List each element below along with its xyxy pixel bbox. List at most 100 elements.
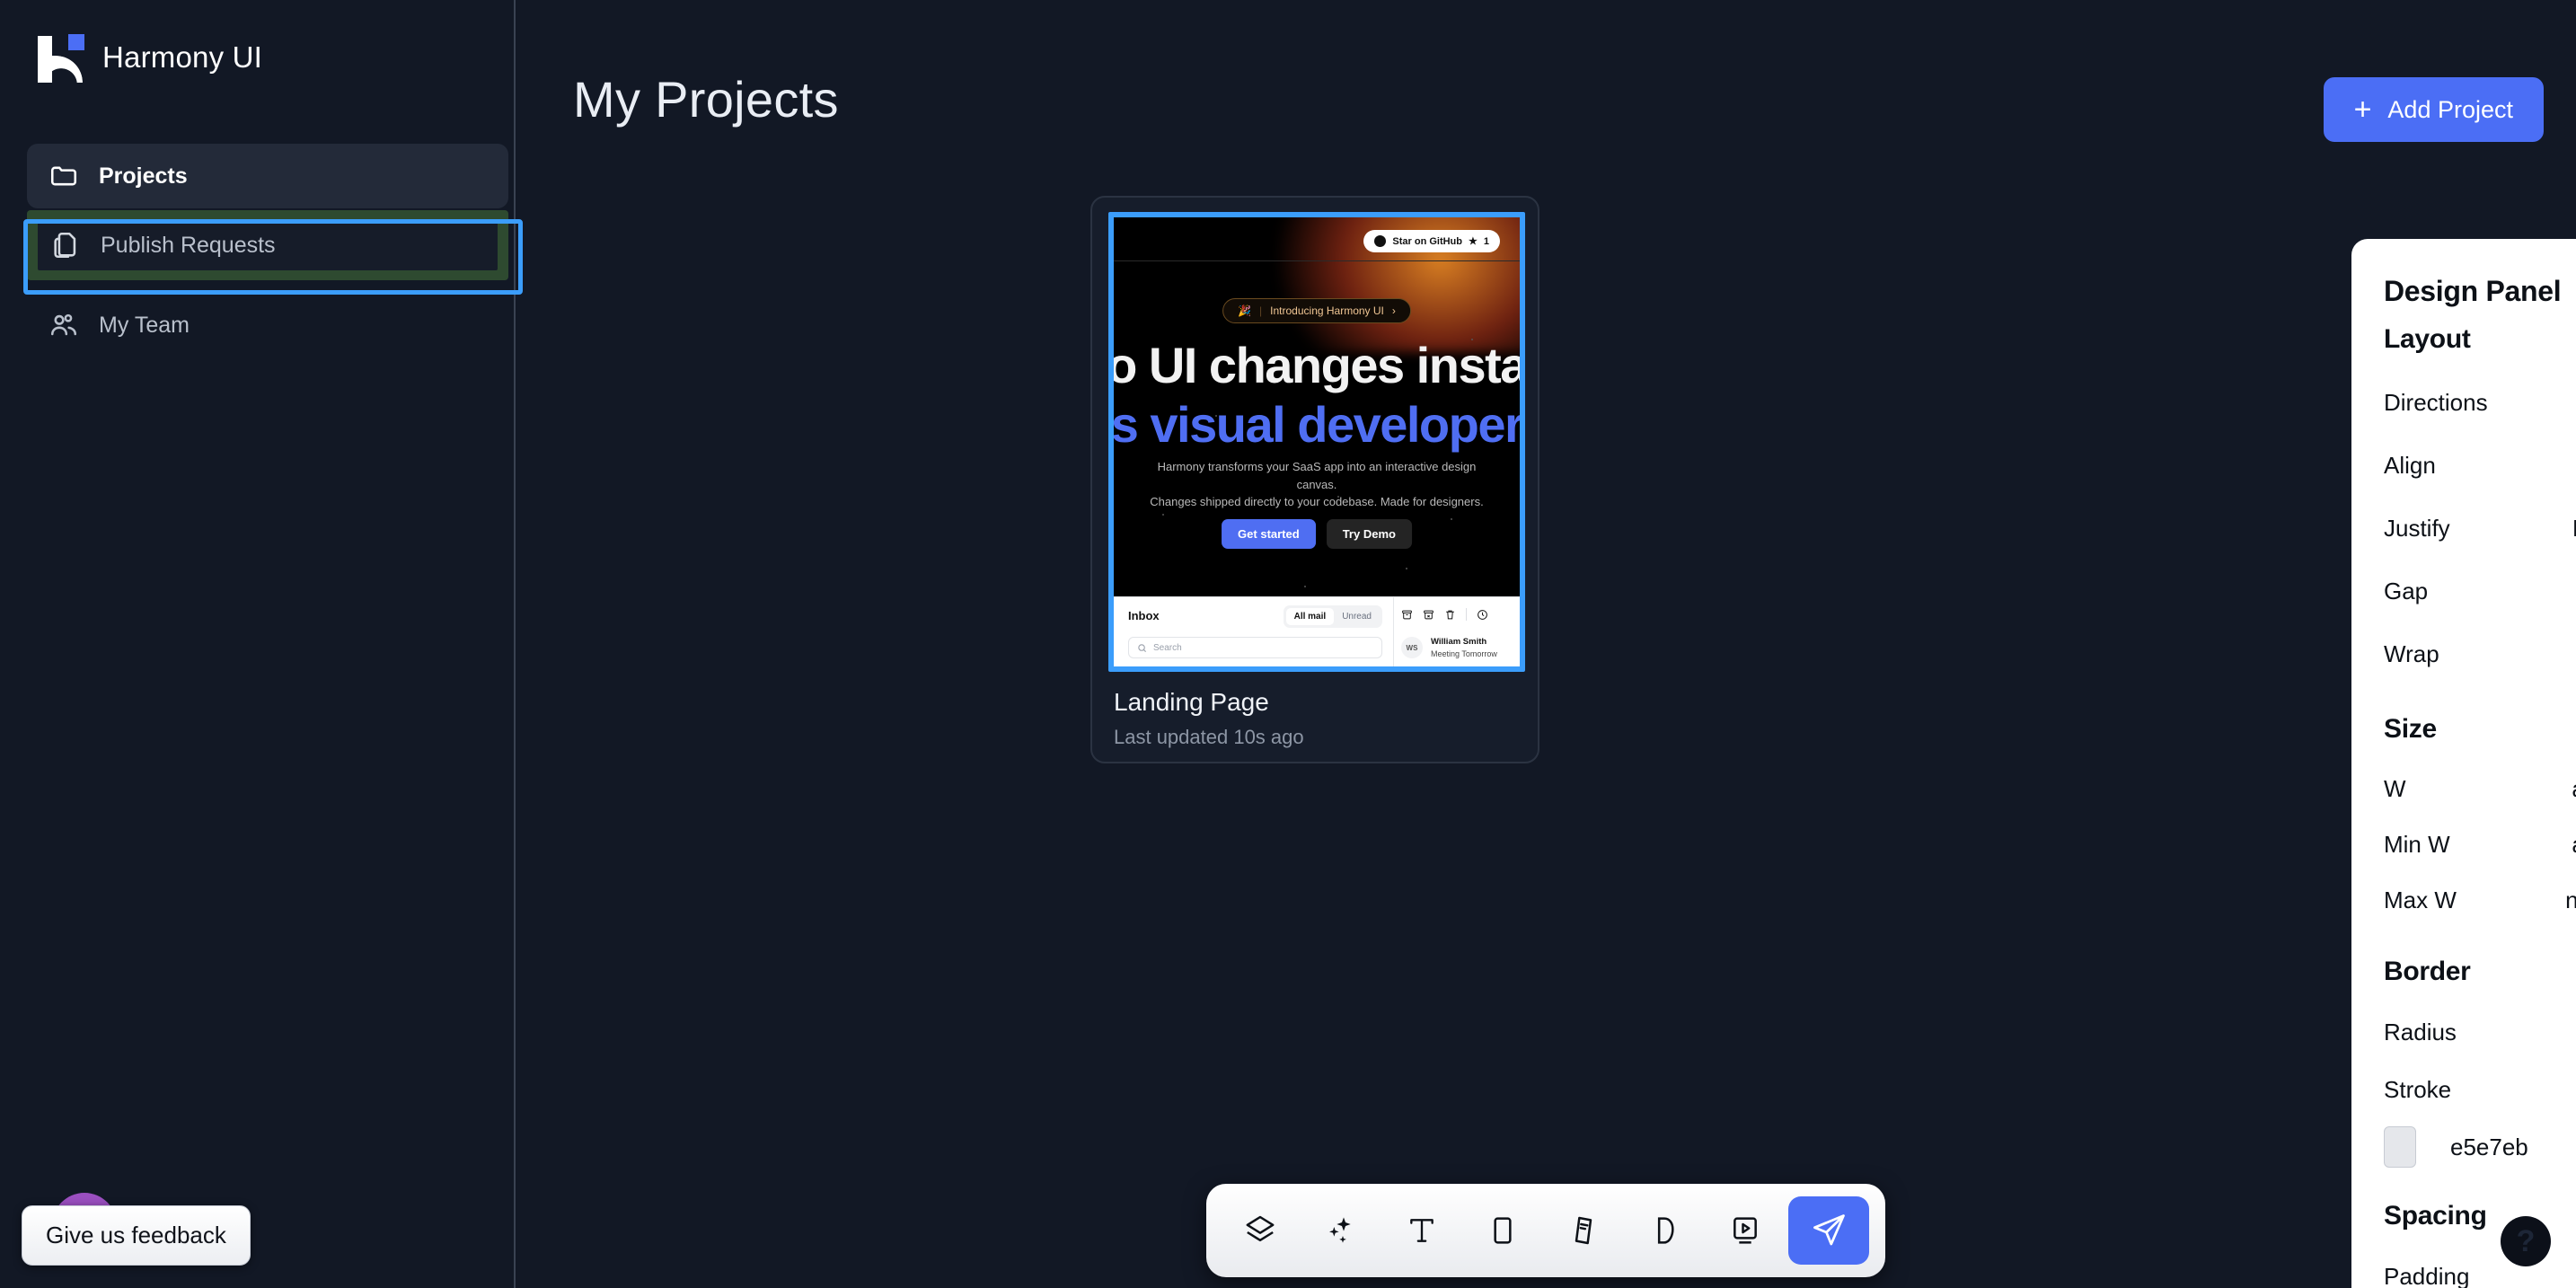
avatar: WS: [1401, 637, 1423, 658]
design-panel-header: Design Panel: [2384, 239, 2576, 308]
row-size-w: W auto H auto: [2384, 761, 2576, 816]
row-border-color: e5e7eb 100: [2384, 1118, 2576, 1176]
justify-label: Justify: [2384, 515, 2572, 543]
inbox-preview: Inbox All mail Unread Search: [1114, 596, 1520, 666]
max-w-label: Max W: [2384, 887, 2501, 914]
party-emoji-icon: 🎉: [1238, 304, 1251, 317]
project-name: Landing Page: [1114, 688, 1269, 717]
sparkles-icon[interactable]: [1303, 1196, 1379, 1265]
hero-headline-line2: s visual developer: [1114, 395, 1520, 454]
design-panel: Design Panel Layout Directions Align: [2351, 239, 2576, 1288]
w-value[interactable]: auto: [2501, 775, 2576, 803]
send-icon[interactable]: [1788, 1196, 1869, 1265]
page-title: My Projects: [573, 70, 839, 128]
row-size-min: Min W auto Min H auto: [2384, 816, 2576, 872]
align-label: Align: [2384, 452, 2572, 480]
hero-subheadline: Harmony transforms your SaaS app into an…: [1137, 458, 1496, 511]
add-project-label: Add Project: [2387, 96, 2513, 124]
project-card[interactable]: Star on GitHub ★ 1 🎉 | Introducing Harmo…: [1090, 196, 1539, 763]
project-updated: Last updated 10s ago: [1114, 726, 1304, 749]
w-label: W: [2384, 775, 2501, 803]
radius-label: Radius: [2384, 1019, 2572, 1046]
copy-icon: [50, 230, 81, 260]
announcement-pill[interactable]: 🎉 | Introducing Harmony UI ›: [1222, 298, 1411, 323]
main-content: My Projects + Add Project Star on GitHub…: [516, 0, 2576, 1288]
github-label: Star on GitHub: [1392, 236, 1462, 247]
min-w-value[interactable]: auto: [2501, 831, 2576, 859]
video-icon[interactable]: [1707, 1196, 1783, 1265]
folder-icon: [49, 161, 79, 191]
sidebar: Harmony UI Projects Publish Requests: [0, 0, 516, 1288]
app-name: Harmony UI: [102, 40, 262, 75]
message-subject: Meeting Tomorrow: [1431, 648, 1497, 659]
border-color-hex[interactable]: e5e7eb: [2450, 1134, 2528, 1161]
github-icon: [1374, 235, 1386, 247]
row-gap: Gap 12px Expand: [2384, 560, 2576, 622]
sidebar-nav: Projects Publish Requests My Team: [27, 144, 508, 357]
plus-icon: +: [2354, 94, 2372, 125]
blob-icon[interactable]: [1627, 1196, 1702, 1265]
inbox-filter-unread[interactable]: Unread: [1334, 608, 1380, 625]
inbox-search-placeholder: Search: [1153, 643, 1182, 653]
layers-icon[interactable]: [1222, 1196, 1298, 1265]
project-thumbnail[interactable]: Star on GitHub ★ 1 🎉 | Introducing Harmo…: [1108, 212, 1525, 672]
max-w-value[interactable]: none: [2501, 887, 2576, 914]
inbox-message-row[interactable]: WS William Smith Meeting Tomorrow: [1401, 637, 1497, 659]
sidebar-item-label: Projects: [99, 163, 188, 190]
hero-sub-line1: Harmony transforms your SaaS app into an…: [1137, 458, 1496, 493]
justify-value: Default: [2572, 515, 2576, 543]
trash-icon[interactable]: [1444, 609, 1456, 621]
sidebar-item-label: My Team: [99, 313, 190, 339]
try-demo-button[interactable]: Try Demo: [1327, 519, 1412, 549]
github-star-count: 1: [1484, 236, 1489, 247]
clock-icon[interactable]: [1477, 609, 1488, 621]
chevron-right-icon: ›: [1392, 304, 1396, 317]
inbox-actions-divider: [1466, 608, 1467, 621]
get-started-button[interactable]: Get started: [1222, 519, 1316, 549]
wrap-label: Wrap: [2384, 640, 2572, 668]
note-icon[interactable]: [1546, 1196, 1621, 1265]
section-size-title: Size: [2384, 714, 2437, 745]
harmony-logo-icon: [38, 32, 84, 83]
rectangle-icon[interactable]: [1465, 1196, 1540, 1265]
search-icon: [1137, 643, 1147, 653]
inbox-filter-toggle[interactable]: All mail Unread: [1284, 605, 1382, 628]
hero-cta-group: Get started Try Demo: [1222, 519, 1412, 549]
sidebar-item-projects[interactable]: Projects: [27, 144, 508, 208]
min-w-label: Min W: [2384, 831, 2501, 859]
row-align: Align: [2384, 434, 2576, 497]
section-spacing-title: Spacing: [2384, 1201, 2487, 1231]
design-panel-title: Design Panel: [2384, 275, 2561, 308]
archive-icon[interactable]: [1401, 609, 1413, 621]
message-sender: William Smith: [1431, 637, 1497, 648]
hero-headline-line1: o UI changes insta: [1114, 336, 1520, 394]
text-icon[interactable]: [1384, 1196, 1460, 1265]
sidebar-item-label: Publish Requests: [101, 233, 276, 259]
sidebar-item-my-team[interactable]: My Team: [27, 293, 508, 357]
inbox-search-input[interactable]: Search: [1128, 637, 1382, 658]
section-layout-header[interactable]: Layout: [2384, 308, 2576, 371]
row-wrap: Wrap Yes No: [2384, 622, 2576, 685]
row-justify[interactable]: Justify Default: [2384, 497, 2576, 560]
pill-divider: |: [1259, 304, 1262, 317]
section-size-header[interactable]: Size: [2384, 698, 2576, 761]
stroke-label: Stroke: [2384, 1076, 2572, 1104]
star-on-github-button[interactable]: Star on GitHub ★ 1: [1363, 230, 1500, 252]
gap-label: Gap: [2384, 578, 2572, 605]
bottom-toolbar: [1206, 1184, 1885, 1277]
directions-label: Directions: [2384, 389, 2572, 417]
section-border-header[interactable]: Border: [2384, 940, 2576, 1003]
help-button[interactable]: ?: [2501, 1216, 2551, 1266]
hero-sub-line2: Changes shipped directly to your codebas…: [1137, 493, 1496, 511]
star-icon: ★: [1469, 235, 1478, 247]
archive-x-icon[interactable]: [1423, 609, 1434, 621]
inbox-actions: [1401, 608, 1488, 621]
row-radius: Radius 6px: [2384, 1003, 2576, 1061]
inbox-filter-all-mail[interactable]: All mail: [1286, 608, 1335, 625]
inbox-title: Inbox: [1128, 609, 1160, 622]
sidebar-item-publish-requests[interactable]: Publish Requests: [27, 210, 508, 280]
give-us-feedback-button[interactable]: Give us feedback: [22, 1205, 251, 1266]
row-stroke: Stroke 0px: [2384, 1061, 2576, 1118]
color-swatch-icon[interactable]: [2384, 1126, 2416, 1168]
add-project-button[interactable]: + Add Project: [2324, 77, 2544, 142]
